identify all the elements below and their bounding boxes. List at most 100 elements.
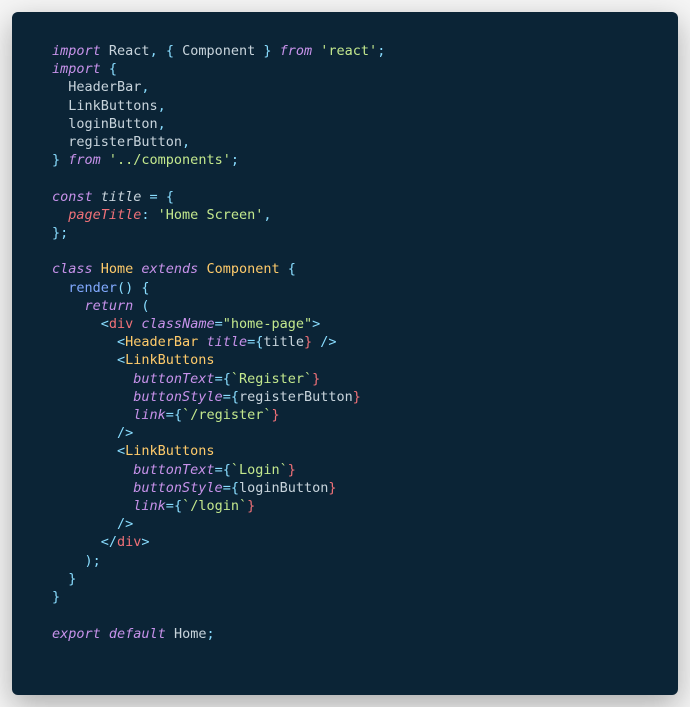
jsx-attr: buttonText [52,371,215,387]
jsx-tag: div [109,316,133,332]
brace: { [231,480,239,496]
punct: , [182,134,190,150]
brace: { [133,280,149,296]
brace: { [280,261,296,277]
keyword: from [272,43,313,59]
brace: { [158,189,174,205]
jsx-attr: buttonStyle [52,480,223,496]
punct: = [141,189,157,205]
parens: () [117,280,133,296]
brace: { [223,462,231,478]
class-name: Component [198,261,279,277]
string: `Register` [231,371,312,387]
punct: = [166,407,174,423]
jsx-attr: title [198,334,247,350]
punct: : [141,207,149,223]
brace: { [174,407,182,423]
paren: ) [52,553,93,569]
brace: } [263,43,271,59]
brace: { [223,371,231,387]
angle: < [52,352,125,368]
paren: ( [133,298,149,314]
keyword: from [60,152,101,168]
punct: = [247,334,255,350]
ident: Component [174,43,263,59]
jsx-attr: link [52,498,166,514]
jsx-attr: buttonText [52,462,215,478]
ident: registerButton [239,389,353,405]
ident: title [263,334,304,350]
string: `Login` [231,462,288,478]
punct: = [215,371,223,387]
brace: { [101,61,117,77]
angle: /> [52,425,133,441]
brace: } [271,407,279,423]
brace: } [304,334,312,350]
ident: HeaderBar [52,79,141,95]
ident: LinkButtons [52,98,158,114]
punct: , [158,98,166,114]
angle: /> [312,334,336,350]
angle: > [141,534,149,550]
string: `/login` [182,498,247,514]
punct: ; [60,225,68,241]
keyword: export [52,626,101,642]
jsx-tag: LinkButtons [125,352,214,368]
brace: { [174,498,182,514]
brace: } [328,480,336,496]
ident: React [101,43,150,59]
code-block: import React, { Component } from 'react'… [12,12,678,695]
jsx-tag: HeaderBar [125,334,198,350]
punct: , [141,79,149,95]
punct: ; [206,626,214,642]
punct: , [263,207,271,223]
punct: , [150,43,158,59]
brace: } [52,152,60,168]
punct: = [215,462,223,478]
keyword: const [52,189,93,205]
string: '../components' [101,152,231,168]
brace: } [52,589,60,605]
punct: ; [93,553,101,569]
jsx-tag: div [117,534,141,550]
string: "home-page" [223,316,312,332]
punct: ; [377,43,385,59]
string: `/register` [182,407,271,423]
brace: { [231,389,239,405]
jsx-attr: buttonStyle [52,389,223,405]
punct: = [223,389,231,405]
jsx-attr: link [52,407,166,423]
ident: registerButton [52,134,182,150]
method: render [52,280,117,296]
keyword: class [52,261,93,277]
jsx-attr: className [133,316,214,332]
ident: title [93,189,142,205]
string: 'react' [312,43,377,59]
angle: </ [52,534,117,550]
keyword: import [52,43,101,59]
class-name: Home [93,261,134,277]
angle: < [52,316,109,332]
jsx-tag: LinkButtons [125,443,214,459]
brace: } [52,225,60,241]
punct: , [158,116,166,132]
string: 'Home Screen' [150,207,264,223]
punct: = [215,316,223,332]
punct: = [166,498,174,514]
punct: ; [231,152,239,168]
angle: > [312,316,320,332]
angle: < [52,334,125,350]
brace: } [353,389,361,405]
keyword: extends [133,261,198,277]
keyword: default [101,626,166,642]
property: pageTitle [52,207,141,223]
ident: loginButton [239,480,328,496]
ident: loginButton [52,116,158,132]
brace: } [312,371,320,387]
brace: } [247,498,255,514]
punct: = [223,480,231,496]
keyword: import [52,61,101,77]
brace: } [288,462,296,478]
angle: < [52,443,125,459]
ident: Home [166,626,207,642]
